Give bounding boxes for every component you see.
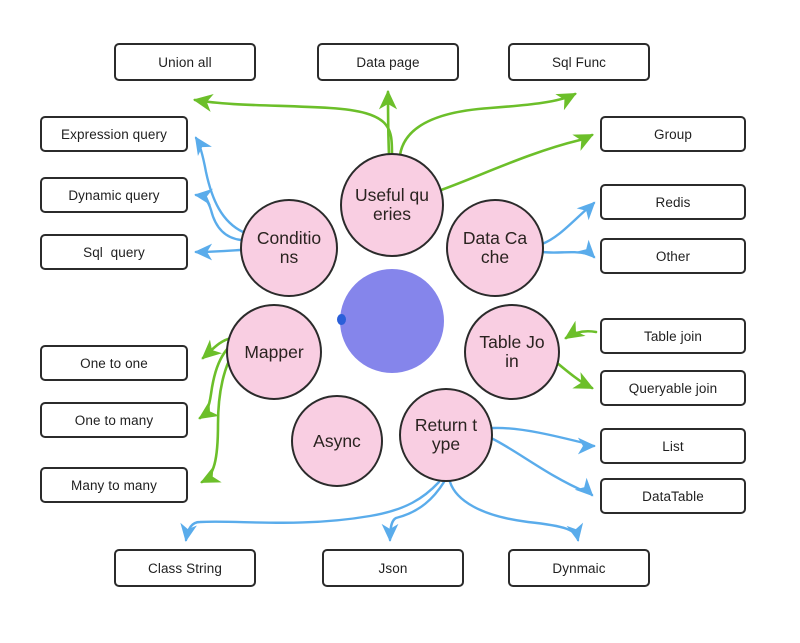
circle-useful-queries-label: Useful queries xyxy=(355,185,429,224)
box-expression-query[interactable]: Expression query xyxy=(40,116,188,152)
hub-accent-dot xyxy=(337,314,346,325)
box-group[interactable]: Group xyxy=(600,116,746,152)
box-redis[interactable]: Redis xyxy=(600,184,746,220)
edge-useful-queries-group xyxy=(439,133,594,192)
circle-async-label: Async xyxy=(313,430,361,451)
box-other[interactable]: Other xyxy=(600,238,746,274)
circle-table-join-label: Table Join xyxy=(479,332,545,371)
box-table-join[interactable]: Table join xyxy=(600,318,746,354)
edge-useful-queries-data-page xyxy=(378,89,398,157)
circle-mapper-label: Mapper xyxy=(244,341,304,362)
box-union-all[interactable]: Union all xyxy=(114,43,256,81)
circle-async[interactable]: Async xyxy=(291,395,383,487)
edge-conditions-dynamic-query xyxy=(194,188,243,242)
edge-useful-queries-union-all xyxy=(192,93,394,157)
edge-return-type-list xyxy=(491,426,596,455)
box-dynmaic[interactable]: Dynmaic xyxy=(508,549,650,587)
diagram-canvas: Conditions Useful queries Data Cache Map… xyxy=(0,0,800,643)
circle-table-join[interactable]: Table Join xyxy=(464,304,560,400)
box-list[interactable]: List xyxy=(600,428,746,464)
box-json[interactable]: Json xyxy=(322,549,464,587)
box-datatable[interactable]: DataTable xyxy=(600,478,746,514)
edge-conditions-expression-query xyxy=(194,136,245,234)
hub-circle[interactable] xyxy=(340,269,444,373)
box-dynamic-query[interactable]: Dynamic query xyxy=(40,177,188,213)
circle-return-type-label: Return type xyxy=(414,415,478,454)
circle-useful-queries[interactable]: Useful queries xyxy=(340,153,444,257)
edge-return-type-datatable xyxy=(489,436,594,497)
box-one-to-one[interactable]: One to one xyxy=(40,345,188,381)
edge-useful-queries-sql-func xyxy=(398,92,577,157)
edge-table-join-box-table-join xyxy=(564,320,598,340)
edge-return-type-json xyxy=(381,480,446,542)
edge-table-join-queryable-join xyxy=(554,360,594,390)
circle-data-cache[interactable]: Data Cache xyxy=(446,199,544,297)
edge-conditions-sql-query xyxy=(194,243,242,261)
circle-mapper[interactable]: Mapper xyxy=(226,304,322,400)
edge-data-cache-redis xyxy=(540,201,596,246)
box-sql-query[interactable]: Sql query xyxy=(40,234,188,270)
circle-data-cache-label: Data Cache xyxy=(462,228,528,267)
box-many-to-many[interactable]: Many to many xyxy=(40,467,188,503)
box-one-to-many[interactable]: One to many xyxy=(40,402,188,438)
box-queryable-join[interactable]: Queryable join xyxy=(600,370,746,406)
edge-return-type-class-string xyxy=(180,480,441,542)
circle-conditions-label: Conditions xyxy=(256,228,322,267)
edge-return-type-dynmaic xyxy=(448,480,584,542)
box-data-page[interactable]: Data page xyxy=(317,43,459,81)
circle-conditions[interactable]: Conditions xyxy=(240,199,338,297)
edge-data-cache-other xyxy=(541,239,596,259)
box-sql-func[interactable]: Sql Func xyxy=(508,43,650,81)
circle-return-type[interactable]: Return type xyxy=(399,388,493,482)
box-class-string[interactable]: Class String xyxy=(114,549,256,587)
